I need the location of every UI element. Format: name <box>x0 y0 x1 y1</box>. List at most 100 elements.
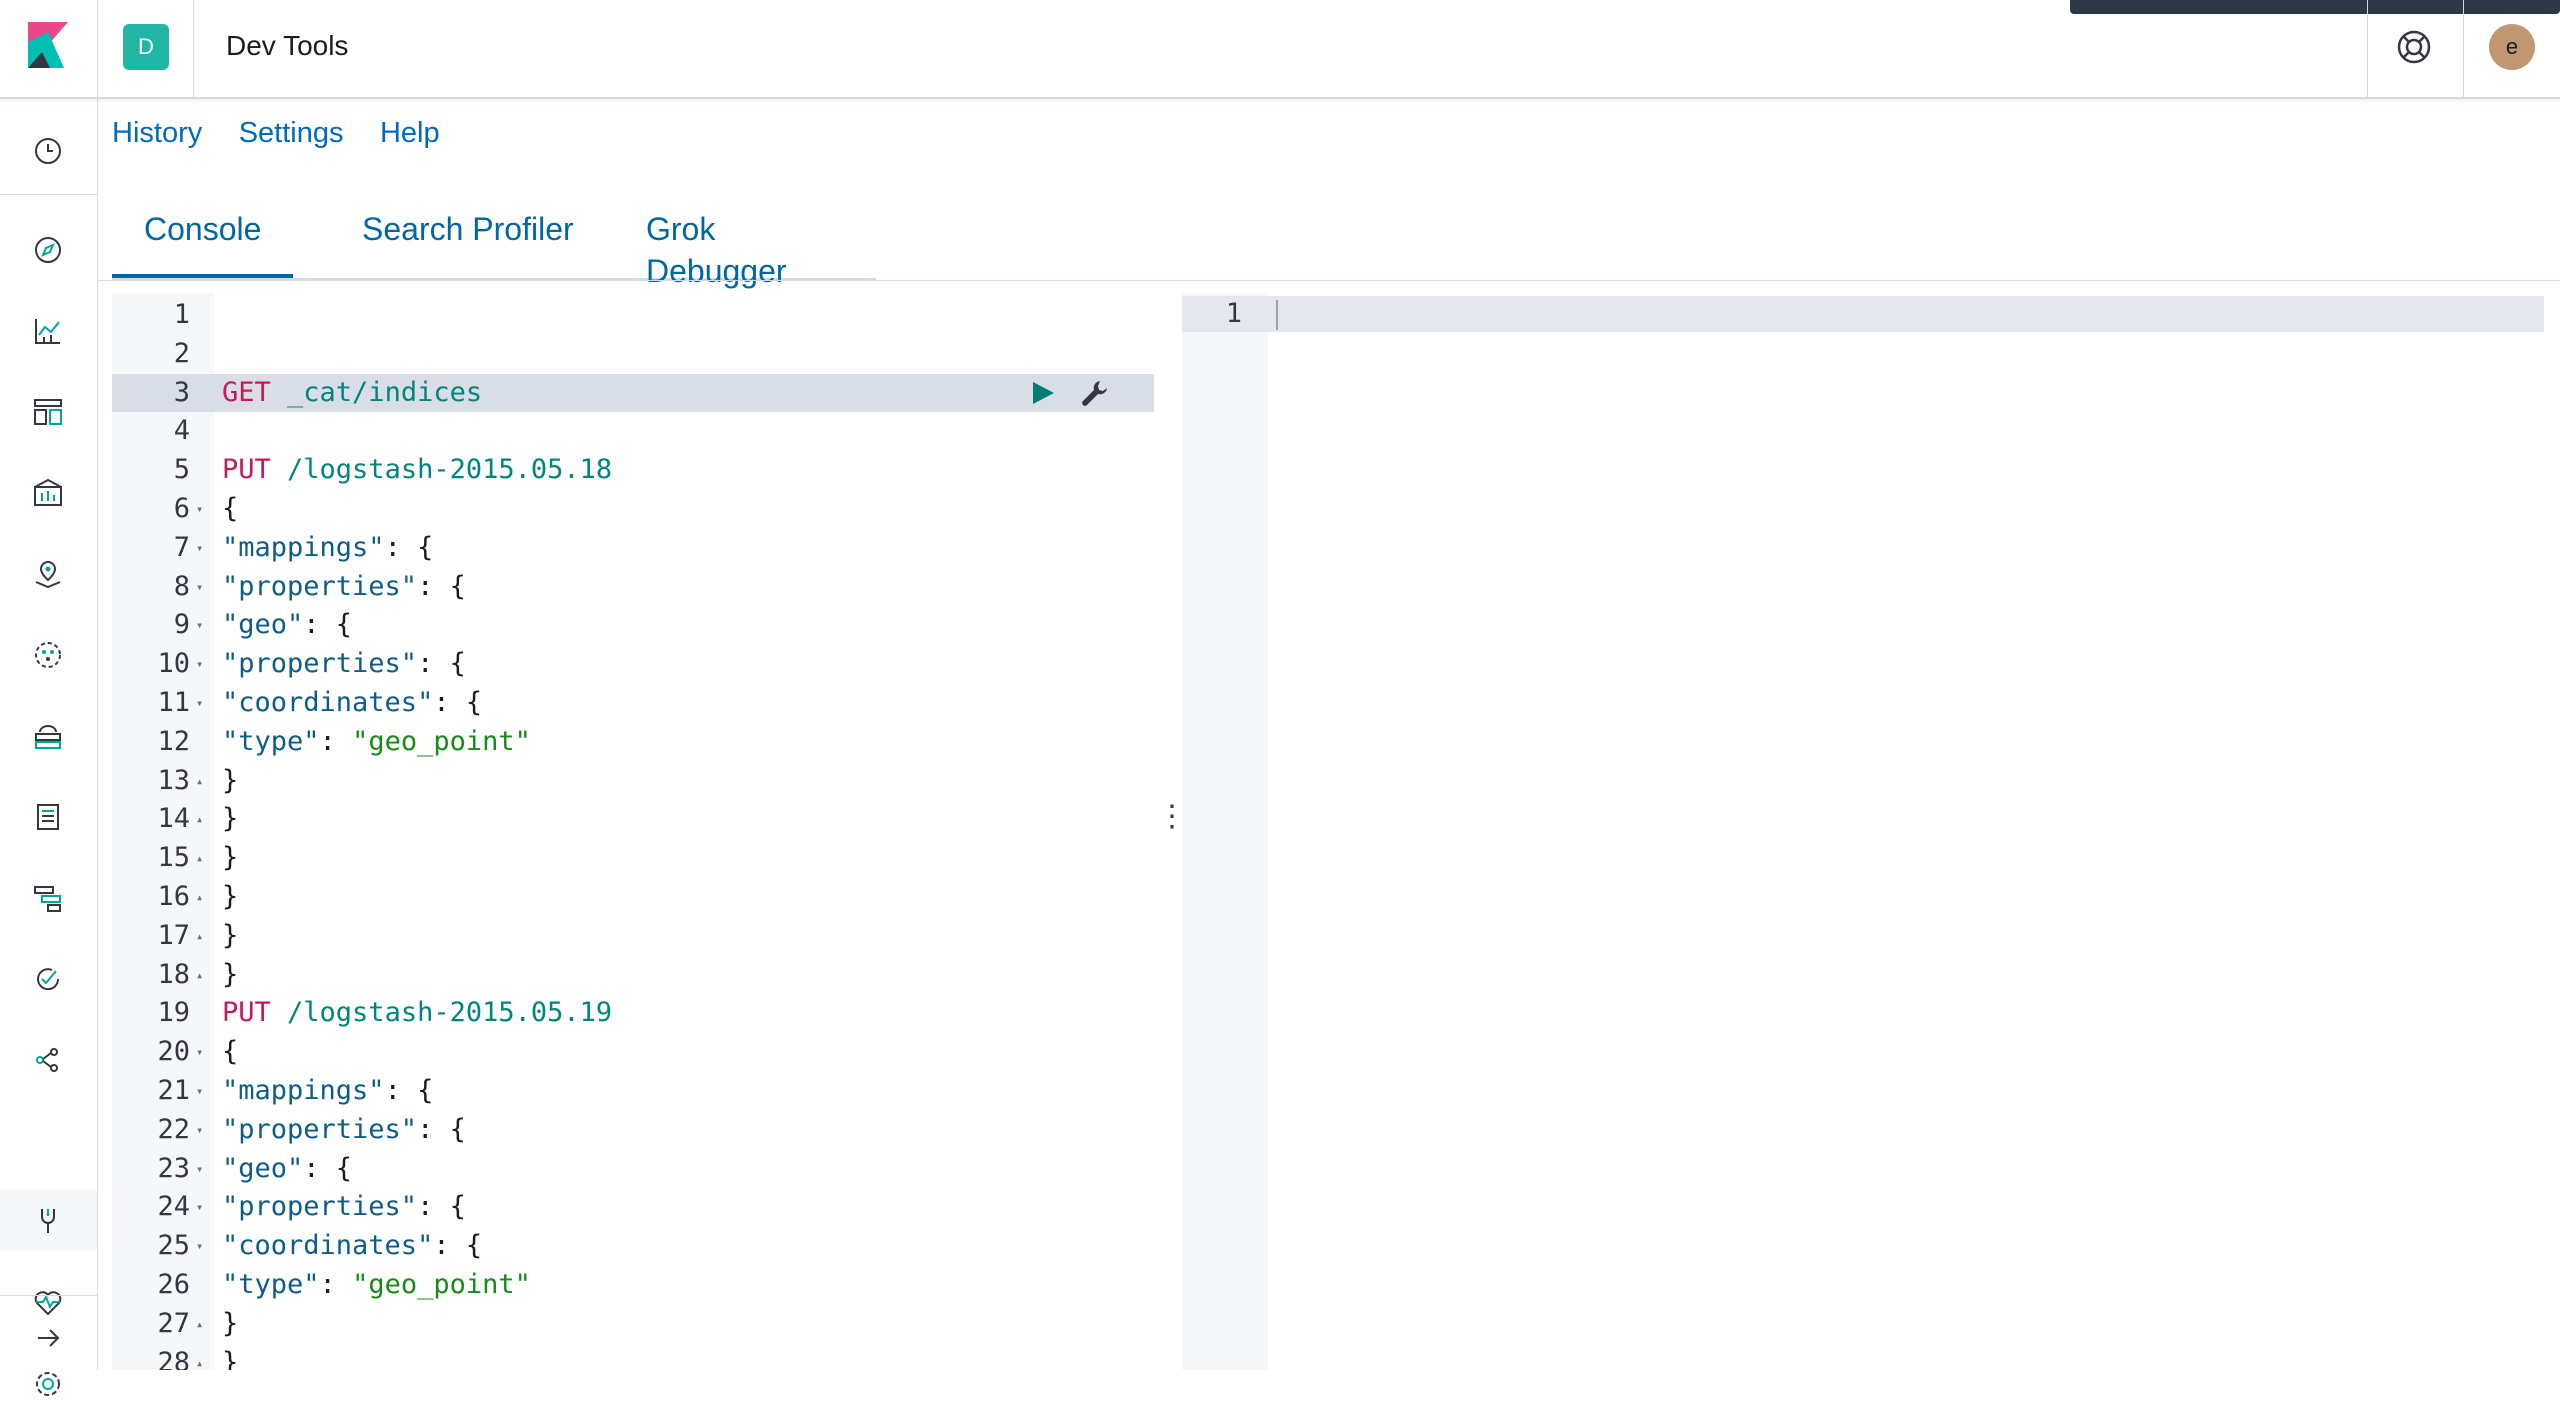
line-number: 9 <box>173 609 190 641</box>
fold-expanded-icon[interactable]: ▾ <box>196 1033 210 1071</box>
line-number: 4 <box>173 415 190 447</box>
editor-line[interactable]: 17 ▴} <box>112 917 1154 955</box>
fold-collapsed-icon[interactable]: ▴ <box>196 800 210 838</box>
fold-expanded-icon[interactable]: ▾ <box>196 1150 210 1188</box>
editor-line[interactable]: 14 ▴} <box>112 800 1154 838</box>
code-token: } <box>222 803 239 835</box>
dev-tools-icon[interactable] <box>0 1189 97 1251</box>
editor-line[interactable]: 3 GET _cat/indices <box>112 373 1154 412</box>
editor-line[interactable]: 16 ▴} <box>112 878 1154 916</box>
editor-line[interactable]: 25 ▾ "coordinates": { <box>112 1227 1154 1265</box>
fold-collapsed-icon[interactable]: ▴ <box>196 956 210 994</box>
logs-icon[interactable] <box>0 785 97 847</box>
recently-viewed-icon[interactable] <box>0 119 97 181</box>
uptime-icon[interactable] <box>0 947 97 1009</box>
editor-line[interactable]: 12 "type": "geo_point" <box>112 723 1154 761</box>
maps-icon[interactable] <box>0 542 97 604</box>
code-token: : { <box>417 1113 466 1145</box>
editor-line[interactable]: 2 <box>112 335 1154 373</box>
space-selector[interactable]: D <box>97 0 194 97</box>
tab-grok-debugger[interactable]: Grok Debugger <box>614 208 876 289</box>
fold-expanded-icon[interactable]: ▾ <box>196 1111 210 1149</box>
editor-line[interactable]: 1 <box>112 296 1154 334</box>
visualize-chart-icon[interactable] <box>0 299 97 361</box>
editor-line[interactable]: 21 ▾ "mappings": { <box>112 1072 1154 1110</box>
editor-line[interactable]: 28 ▴} <box>112 1344 1154 1370</box>
panel-resize-handle[interactable]: ⋮ <box>1157 802 1187 850</box>
editor-line[interactable]: 13 ▴} <box>112 762 1154 800</box>
infrastructure-icon[interactable] <box>0 704 97 766</box>
editor-line[interactable]: 24 ▾ "properties": { <box>112 1188 1154 1226</box>
console-input-editor[interactable]: 1 2 3 GET _cat/indices 4 5 PUT /logstash-2015.… <box>112 293 1154 1370</box>
dashboard-icon[interactable] <box>0 380 97 442</box>
line-number: 28 <box>157 1346 190 1370</box>
fold-expanded-icon[interactable]: ▾ <box>196 490 210 528</box>
editor-line[interactable]: 18 ▴} <box>112 956 1154 994</box>
fold-collapsed-icon[interactable]: ▴ <box>196 839 210 877</box>
discover-compass-icon[interactable] <box>0 218 97 280</box>
editor-line[interactable]: 27 ▴} <box>112 1305 1154 1343</box>
editor-line[interactable]: 5 PUT /logstash-2015.05.18 <box>112 451 1154 489</box>
editor-line[interactable]: 7 ▾ "mappings": { <box>112 529 1154 567</box>
canvas-icon[interactable] <box>0 461 97 523</box>
editor-line[interactable]: 26 "type": "geo_point" <box>112 1266 1154 1304</box>
code-token: "properties" <box>222 1191 418 1223</box>
fold-expanded-icon[interactable]: ▾ <box>196 606 210 644</box>
fold-expanded-icon[interactable]: ▾ <box>196 1072 210 1110</box>
fold-expanded-icon[interactable]: ▾ <box>196 645 210 683</box>
fold-expanded-icon[interactable]: ▾ <box>196 529 210 567</box>
code-token: GET <box>222 376 288 408</box>
line-number: 21 <box>157 1075 190 1106</box>
help-link[interactable]: Help <box>380 117 440 149</box>
fold-expanded-icon[interactable]: ▾ <box>196 684 210 722</box>
fold-expanded-icon[interactable]: ▾ <box>196 1227 210 1265</box>
line-number: 10 <box>157 648 190 680</box>
editor-line[interactable]: 10 ▾ "properties": { <box>112 645 1154 683</box>
editor-line[interactable]: 6 ▾ { <box>112 490 1154 528</box>
fold-collapsed-icon[interactable]: ▴ <box>196 1344 210 1370</box>
editor-line[interactable]: 11 ▾ "coordinates": { <box>112 684 1154 722</box>
settings-link[interactable]: Settings <box>239 117 344 149</box>
console-output-panel[interactable]: 1 <box>1182 293 2544 1370</box>
graph-icon[interactable] <box>0 1028 97 1090</box>
fold-expanded-icon[interactable]: ▾ <box>196 1188 210 1226</box>
line-number: 16 <box>157 881 190 912</box>
code-token: "geo" <box>222 609 304 641</box>
editor-line[interactable]: 23 ▾ "geo": { <box>112 1150 1154 1188</box>
fold-collapsed-icon[interactable]: ▴ <box>196 762 210 800</box>
line-number: 3 <box>173 376 190 408</box>
help-icon[interactable] <box>2395 28 2433 66</box>
tab-console[interactable]: Console <box>112 208 294 278</box>
fold-collapsed-icon[interactable]: ▴ <box>196 1305 210 1343</box>
code-token: "type" <box>222 725 320 757</box>
code-token: } <box>222 842 239 874</box>
send-request-play-icon[interactable] <box>1030 380 1056 406</box>
code-token: "properties" <box>222 570 418 602</box>
fold-expanded-icon[interactable]: ▾ <box>196 568 210 606</box>
code-token: "coordinates" <box>222 687 434 718</box>
editor-line[interactable]: 9 ▾ "geo": { <box>112 606 1154 644</box>
space-avatar[interactable]: D <box>123 24 169 70</box>
line-number: 24 <box>157 1191 190 1223</box>
fold-collapsed-icon[interactable]: ▴ <box>196 917 210 955</box>
editor-line[interactable]: 15 ▴} <box>112 839 1154 877</box>
collapse-arrow-icon[interactable] <box>0 1306 97 1368</box>
user-avatar[interactable]: e <box>2489 24 2535 70</box>
history-link[interactable]: History <box>112 117 202 149</box>
line-number: 14 <box>157 803 190 835</box>
tab-search-profiler[interactable]: Search Profiler <box>330 208 606 278</box>
code-text: "geo": { <box>222 1150 352 1188</box>
editor-line[interactable]: 22 ▾ "properties": { <box>112 1111 1154 1149</box>
editor-line[interactable]: 4 <box>112 412 1154 450</box>
machine-learning-icon[interactable] <box>0 623 97 685</box>
editor-line[interactable]: 20 ▾ { <box>112 1033 1154 1071</box>
kibana-logo[interactable] <box>0 0 98 97</box>
editor-line[interactable]: 8 ▾ "properties": { <box>112 568 1154 606</box>
code-text: { <box>222 490 238 528</box>
apm-icon[interactable] <box>0 866 97 928</box>
fold-collapsed-icon[interactable]: ▴ <box>196 878 210 916</box>
wrench-icon[interactable] <box>1080 378 1110 408</box>
code-token: "geo_point" <box>352 1269 531 1300</box>
editor-line[interactable]: 19 PUT /logstash-2015.05.19 <box>112 994 1154 1032</box>
code-token: : <box>319 725 353 757</box>
